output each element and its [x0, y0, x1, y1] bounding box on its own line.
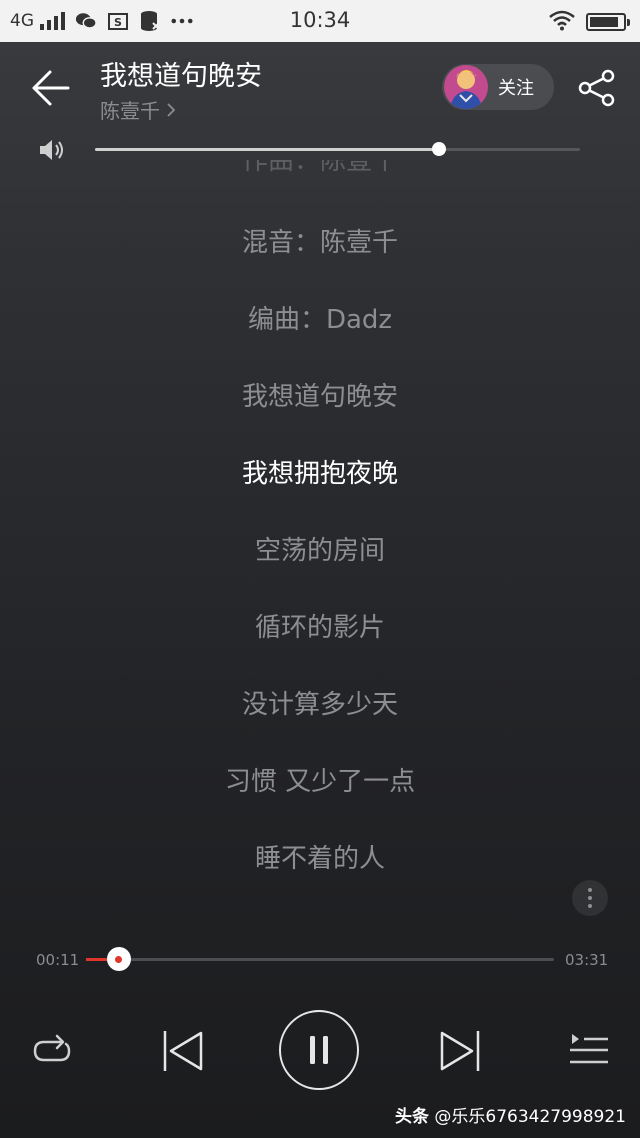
- next-icon: [440, 1031, 480, 1071]
- status-time: 10:34: [289, 8, 351, 32]
- pause-icon: [310, 1036, 328, 1064]
- lyrics-panel[interactable]: 作曲：陈壹千 混音：陈壹千 编曲：Dadz 我想道句晚安 我想拥抱夜晚 空荡的房间循环的…: [0, 160, 640, 920]
- follow-label: 关注: [498, 78, 534, 99]
- song-title: 我想道句晚安: [100, 61, 262, 92]
- lyric-line-current: 我想拥抱夜晚: [241, 459, 398, 489]
- previous-button[interactable]: [160, 1028, 206, 1074]
- lyric-line: 没计算多少天: [241, 690, 398, 720]
- pause-button[interactable]: [279, 1010, 359, 1090]
- repeat-button[interactable]: [30, 1030, 74, 1072]
- status-bar: 4G S 10:34: [0, 0, 640, 42]
- status-right: [548, 9, 630, 35]
- artist-name: 陈壹千: [100, 99, 160, 123]
- watermark-handle: @乐乐6763427998921: [434, 1107, 626, 1127]
- follow-button[interactable]: 关注: [442, 64, 554, 110]
- share-icon: [578, 69, 615, 107]
- more-options-button[interactable]: [572, 880, 608, 916]
- arrow-left-icon: [32, 70, 70, 106]
- repeat-icon: [33, 1034, 71, 1062]
- lyric-line: 睡不着的人: [254, 844, 385, 874]
- share-button[interactable]: [576, 68, 618, 108]
- lyric-partial-line: 作曲：陈壹千: [241, 160, 398, 176]
- watermark: 头条 @乐乐6763427998921: [395, 1102, 626, 1127]
- progress-bar[interactable]: [86, 947, 554, 971]
- total-time: 03:31: [565, 951, 609, 969]
- back-button[interactable]: [28, 68, 72, 108]
- next-button[interactable]: [437, 1028, 483, 1074]
- chevron-right-icon: [167, 102, 176, 117]
- artist-avatar: [444, 65, 488, 109]
- lyric-line: 编曲：Dadz: [247, 305, 393, 335]
- progress-thumb[interactable]: [106, 947, 131, 971]
- artist-link[interactable]: 陈壹千: [100, 95, 176, 124]
- volume-thumb[interactable]: [432, 142, 447, 156]
- lyric-line: 我想道句晚安: [241, 382, 398, 412]
- battery-icon: [586, 13, 630, 31]
- playlist-button[interactable]: [568, 1032, 610, 1068]
- playlist-icon: [570, 1034, 608, 1064]
- elapsed-time: 00:11: [36, 951, 80, 969]
- lyric-line: 混音：陈壹千: [241, 228, 398, 258]
- lyric-line: 习惯 又少了一点: [224, 767, 416, 797]
- volume-fill: [95, 148, 440, 151]
- lyric-line: 循环的影片: [254, 613, 385, 643]
- previous-icon: [163, 1031, 203, 1071]
- watermark-brand: 头条: [394, 1107, 429, 1127]
- wifi-icon: [548, 9, 576, 35]
- volume-slider[interactable]: [95, 142, 580, 156]
- lyric-line: 空荡的房间: [254, 536, 385, 566]
